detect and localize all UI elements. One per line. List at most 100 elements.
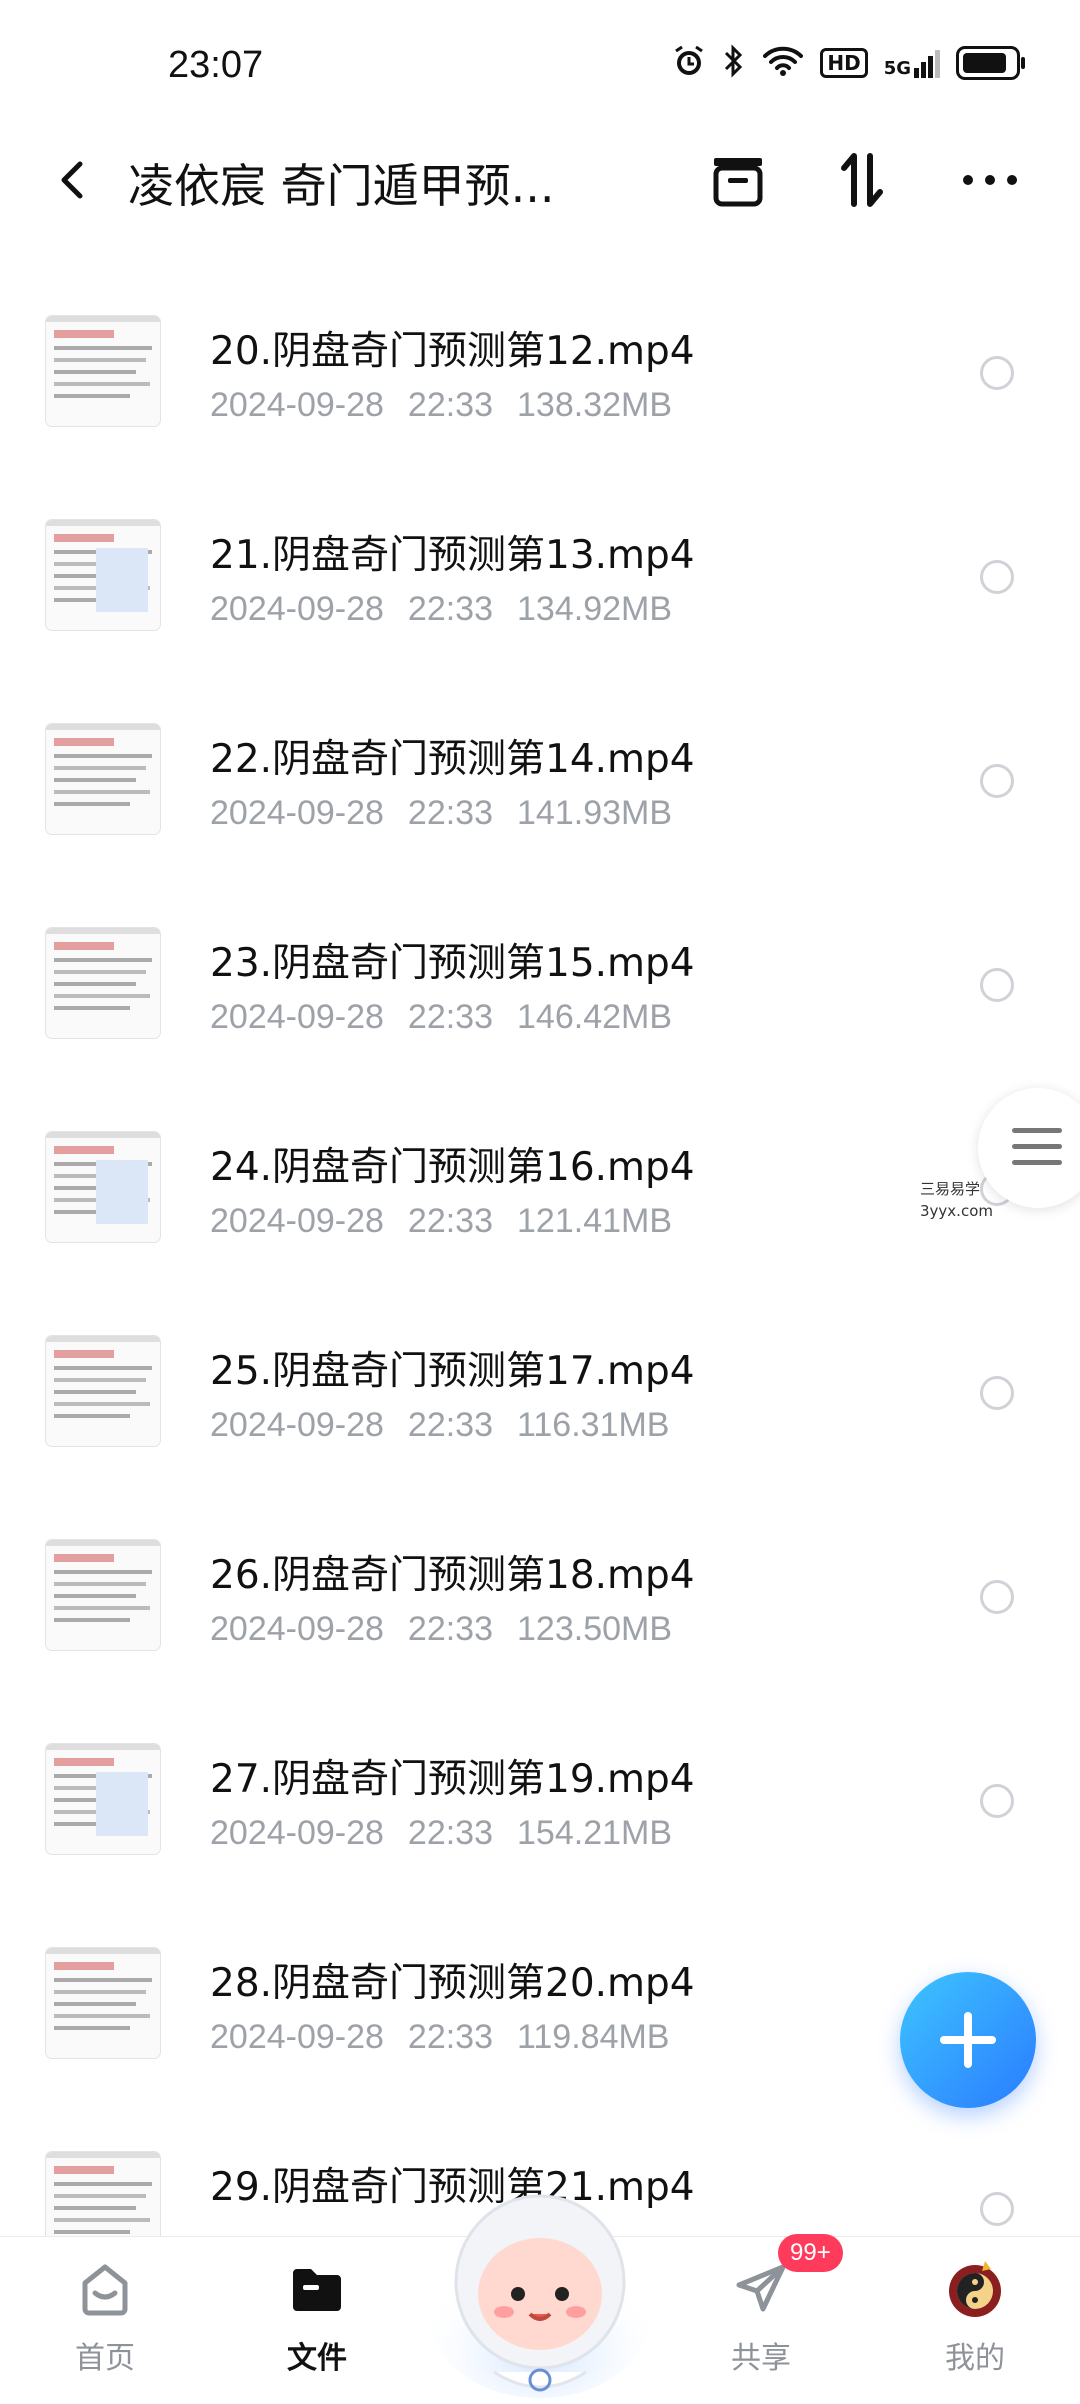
avatar	[949, 2261, 1001, 2317]
file-meta: 2024-09-28 22:33 123.50MB	[210, 1610, 672, 1649]
tab-files[interactable]: 文件	[232, 2237, 402, 2401]
file-row[interactable]: 25.阴盘奇门预测第17.mp4 2024-09-28 22:33 116.31MB	[0, 1256, 1080, 1460]
page-title: 凌依宸 奇门遁甲预...	[128, 159, 555, 213]
file-size: 146.42MB	[517, 998, 673, 1036]
file-size: 134.92MB	[517, 590, 673, 628]
select-radio[interactable]	[980, 968, 1014, 1002]
share-badge: 99+	[778, 2234, 843, 2272]
video-thumbnail	[46, 1540, 160, 1650]
file-name: 21.阴盘奇门预测第13.mp4	[210, 533, 695, 578]
file-name: 20.阴盘奇门预测第12.mp4	[210, 329, 695, 374]
battery-icon	[956, 46, 1025, 80]
file-row[interactable]: 24.阴盘奇门预测第16.mp4 2024-09-28 22:33 121.41MB	[0, 1052, 1080, 1256]
file-date: 2024-09-28	[210, 1610, 384, 1648]
back-button[interactable]	[46, 152, 102, 208]
status-bar: 23:07 HD 5G	[0, 0, 1080, 140]
select-radio[interactable]	[980, 1376, 1014, 1410]
select-radio[interactable]	[980, 560, 1014, 594]
sort-icon	[841, 153, 883, 207]
file-meta: 2024-09-28 22:33 138.32MB	[210, 386, 672, 425]
video-thumbnail	[46, 1132, 160, 1242]
select-radio[interactable]	[980, 1580, 1014, 1614]
file-name: 27.阴盘奇门预测第19.mp4	[210, 1757, 695, 1802]
add-button[interactable]	[900, 1972, 1036, 2108]
video-thumbnail	[46, 928, 160, 1038]
mascot-button[interactable]	[430, 2172, 650, 2400]
network-type: 5G	[883, 58, 911, 79]
file-date: 2024-09-28	[210, 1202, 384, 1240]
more-dots-icon	[963, 175, 1017, 185]
more-button[interactable]	[958, 148, 1022, 212]
hd-indicator: HD	[820, 48, 868, 78]
file-time: 22:33	[407, 1202, 494, 1240]
video-thumbnail	[46, 1336, 160, 1446]
file-meta: 2024-09-28 22:33 154.21MB	[210, 1814, 672, 1853]
file-time: 22:33	[407, 1814, 494, 1852]
file-meta: 2024-09-28 22:33 116.31MB	[210, 1406, 669, 1445]
file-name: 28.阴盘奇门预测第20.mp4	[210, 1961, 695, 2006]
file-row[interactable]: 21.阴盘奇门预测第13.mp4 2024-09-28 22:33 134.92MB	[0, 440, 1080, 644]
video-thumbnail	[46, 724, 160, 834]
file-name: 23.阴盘奇门预测第15.mp4	[210, 941, 695, 986]
select-radio[interactable]	[980, 2192, 1014, 2226]
file-time: 22:33	[407, 1610, 494, 1648]
file-time: 22:33	[407, 794, 494, 832]
file-time: 22:33	[407, 1406, 494, 1444]
file-time: 22:33	[407, 386, 494, 424]
astronaut-mascot-icon	[432, 2194, 648, 2398]
tab-home[interactable]: 首页	[20, 2237, 190, 2401]
file-row[interactable]: 20.阴盘奇门预测第12.mp4 2024-09-28 22:33 138.32MB	[0, 236, 1080, 440]
select-radio[interactable]	[980, 356, 1014, 390]
file-time: 22:33	[407, 590, 494, 628]
paper-plane-icon	[736, 2264, 786, 2312]
multi-select-button[interactable]	[706, 148, 770, 212]
status-time: 23:07	[168, 44, 264, 86]
file-row[interactable]: 23.阴盘奇门预测第15.mp4 2024-09-28 22:33 146.42MB	[0, 848, 1080, 1052]
file-date: 2024-09-28	[210, 2018, 384, 2056]
file-size: 123.50MB	[517, 1610, 673, 1648]
file-size: 154.21MB	[517, 1814, 673, 1852]
file-name: 26.阴盘奇门预测第18.mp4	[210, 1553, 695, 1598]
file-time: 22:33	[407, 998, 494, 1036]
chevron-left-icon	[61, 161, 83, 199]
select-radio[interactable]	[980, 764, 1014, 798]
wifi-icon	[762, 45, 804, 81]
sort-button[interactable]	[830, 148, 894, 212]
file-size: 141.93MB	[517, 794, 673, 832]
file-size: 119.84MB	[517, 2018, 670, 2056]
video-thumbnail	[46, 520, 160, 630]
file-meta: 2024-09-28 22:33 141.93MB	[210, 794, 672, 833]
tab-mine[interactable]: 我的	[890, 2237, 1060, 2401]
file-time: 22:33	[407, 2018, 494, 2056]
file-date: 2024-09-28	[210, 1406, 384, 1444]
menu-lines-icon	[1012, 1128, 1062, 1133]
file-meta: 2024-09-28 22:33 119.84MB	[210, 2018, 669, 2057]
file-name: 22.阴盘奇门预测第14.mp4	[210, 737, 695, 782]
file-row[interactable]: 22.阴盘奇门预测第14.mp4 2024-09-28 22:33 141.93MB	[0, 644, 1080, 848]
file-meta: 2024-09-28 22:33 146.42MB	[210, 998, 672, 1037]
watermark: 三易易学 3yyx.com	[920, 1180, 993, 1220]
file-date: 2024-09-28	[210, 386, 384, 424]
select-radio[interactable]	[980, 1784, 1014, 1818]
file-size: 138.32MB	[517, 386, 673, 424]
file-date: 2024-09-28	[210, 794, 384, 832]
video-thumbnail	[46, 1744, 160, 1854]
file-name: 25.阴盘奇门预测第17.mp4	[210, 1349, 695, 1394]
file-name: 24.阴盘奇门预测第16.mp4	[210, 1145, 695, 1190]
folder-icon	[293, 2269, 341, 2311]
file-date: 2024-09-28	[210, 590, 384, 628]
home-icon	[82, 2264, 128, 2316]
file-size: 121.41MB	[517, 1202, 673, 1240]
video-thumbnail	[46, 1948, 160, 2058]
alarm-icon	[672, 44, 706, 82]
file-date: 2024-09-28	[210, 998, 384, 1036]
file-meta: 2024-09-28 22:33 134.92MB	[210, 590, 672, 629]
file-date: 2024-09-28	[210, 1814, 384, 1852]
file-row[interactable]: 27.阴盘奇门预测第19.mp4 2024-09-28 22:33 154.21MB	[0, 1664, 1080, 1868]
file-size: 116.31MB	[517, 1406, 670, 1444]
top-bar: 凌依宸 奇门遁甲预...	[0, 130, 1080, 230]
select-box-icon	[713, 158, 763, 207]
file-meta: 2024-09-28 22:33 121.41MB	[210, 1202, 672, 1241]
file-row[interactable]: 26.阴盘奇门预测第18.mp4 2024-09-28 22:33 123.50MB	[0, 1460, 1080, 1664]
bluetooth-icon	[722, 44, 746, 82]
